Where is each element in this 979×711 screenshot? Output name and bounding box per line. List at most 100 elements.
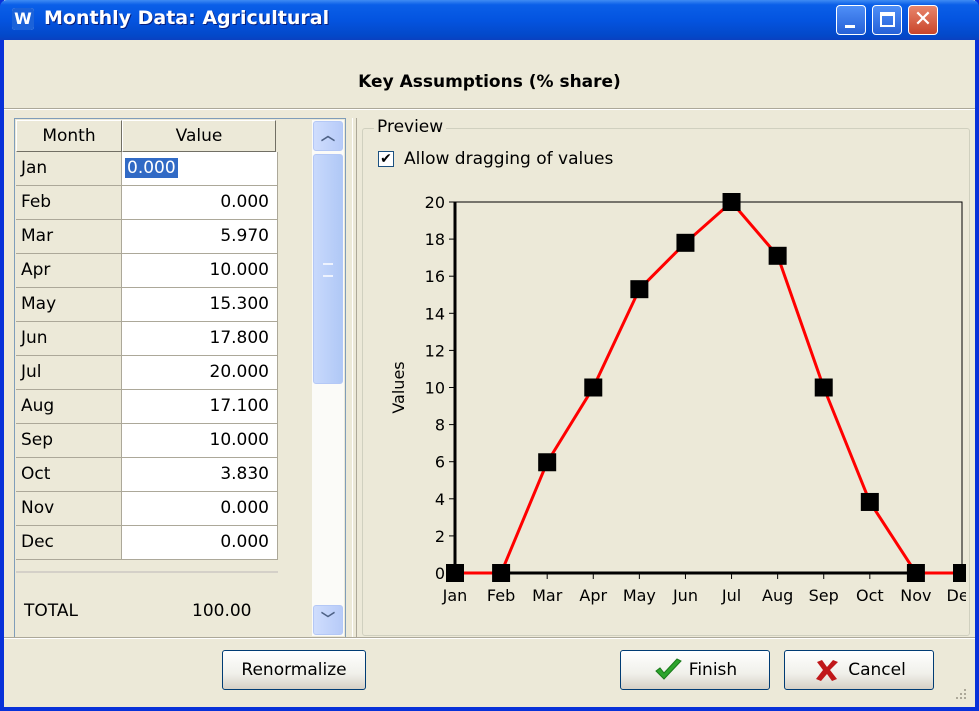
x-tick-label: Feb	[487, 586, 515, 605]
total-row: TOTAL 100.00	[16, 571, 278, 637]
total-label: TOTAL	[24, 601, 78, 621]
month-cell: Feb	[16, 186, 122, 220]
month-cell: Jul	[16, 356, 122, 390]
x-tick-label: Aug	[762, 586, 793, 605]
value-cell[interactable]: 0.000	[122, 186, 278, 220]
plot-frame	[454, 201, 963, 574]
data-point[interactable]	[906, 564, 925, 582]
cancel-button[interactable]: Cancel	[784, 650, 934, 690]
data-point[interactable]	[584, 378, 603, 397]
table-row[interactable]: Oct 3.830	[16, 458, 278, 492]
y-tick-label: 18	[425, 230, 445, 249]
scroll-down-button[interactable]: ﹀	[313, 605, 343, 635]
y-tick-label: 16	[425, 267, 445, 286]
allow-dragging-label[interactable]: Allow dragging of values	[404, 149, 613, 169]
table-row[interactable]: May 15.300	[16, 288, 278, 322]
data-point[interactable]	[630, 280, 649, 299]
y-tick-label: 2	[435, 527, 445, 546]
window-title: Monthly Data: Agricultural	[44, 7, 330, 29]
y-axis-label: Values	[389, 361, 408, 413]
data-point[interactable]	[860, 492, 879, 511]
panel-splitter[interactable]	[352, 118, 357, 638]
table-row[interactable]: Apr 10.000	[16, 254, 278, 288]
table-row[interactable]: Jun 17.800	[16, 322, 278, 356]
maximize-icon	[880, 12, 895, 27]
y-tick-label: 20	[425, 193, 445, 212]
table-row[interactable]: Jan 0.000	[16, 152, 278, 186]
y-tick-label: 6	[435, 453, 445, 472]
table-row[interactable]: Feb 0.000	[16, 186, 278, 220]
table-row[interactable]: Sep 10.000	[16, 424, 278, 458]
value-cell[interactable]: 0.000	[122, 492, 278, 526]
renormalize-button[interactable]: Renormalize	[222, 650, 366, 690]
column-header-month[interactable]: Month	[16, 120, 122, 152]
scroll-up-button[interactable]: ︿	[313, 121, 343, 151]
data-point[interactable]	[814, 378, 833, 397]
table-row[interactable]: Nov 0.000	[16, 492, 278, 526]
x-tick-label: Apr	[579, 586, 607, 605]
table-row[interactable]: Dec 0.000	[16, 526, 278, 560]
data-point[interactable]	[722, 193, 741, 211]
value-cell[interactable]: 17.100	[122, 390, 278, 424]
value-cell[interactable]: 17.800	[122, 322, 278, 356]
data-point[interactable]	[492, 564, 511, 582]
column-header-value[interactable]: Value	[122, 120, 276, 152]
table-row[interactable]: Mar 5.970	[16, 220, 278, 254]
value-cell[interactable]: 10.000	[122, 424, 278, 458]
value-cell[interactable]: 3.830	[122, 458, 278, 492]
allow-dragging-checkbox[interactable]: ✔	[378, 151, 394, 167]
dialog-window: W Monthly Data: Agricultural ✕ Key Assum…	[0, 0, 979, 711]
preview-group-label: Preview	[374, 117, 447, 137]
x-tick-label: Dec	[947, 586, 966, 605]
x-tick-label: Jun	[672, 586, 698, 605]
x-tick-label: Jan	[442, 586, 468, 605]
monthly-values-grid: Month Value Jan 0.000 Feb 0.000 Mar 5.970 Apr 1…	[14, 118, 346, 638]
minimize-icon	[845, 25, 855, 28]
divider	[4, 108, 975, 110]
value-cell[interactable]: 10.000	[122, 254, 278, 288]
finish-button[interactable]: Finish	[620, 650, 770, 690]
y-tick-label: 0	[435, 564, 445, 583]
section-heading: Key Assumptions (% share)	[358, 72, 621, 92]
value-cell[interactable]: 15.300	[122, 288, 278, 322]
x-tick-label: May	[623, 586, 656, 605]
month-cell: Sep	[16, 424, 122, 458]
cancel-label: Cancel	[848, 660, 906, 680]
month-cell: Aug	[16, 390, 122, 424]
minimize-button[interactable]	[836, 5, 866, 35]
data-point[interactable]	[676, 233, 695, 252]
x-tick-label: Jul	[721, 586, 741, 605]
month-cell: Jan	[16, 152, 122, 186]
month-cell: Apr	[16, 254, 122, 288]
value-cell[interactable]: 0.000	[122, 152, 278, 186]
data-point[interactable]	[446, 564, 464, 582]
resize-grip-icon[interactable]	[951, 684, 969, 702]
footer-divider	[4, 637, 975, 639]
value-cell[interactable]: 20.000	[122, 356, 278, 390]
month-cell: May	[16, 288, 122, 322]
month-cell: Nov	[16, 492, 122, 526]
title-bar[interactable]: W Monthly Data: Agricultural ✕	[0, 0, 979, 40]
table-row[interactable]: Jul 20.000	[16, 356, 278, 390]
y-tick-label: 14	[425, 304, 445, 323]
data-point[interactable]	[768, 246, 787, 265]
selected-value-text[interactable]: 0.000	[125, 158, 178, 178]
y-tick-label: 8	[435, 416, 445, 435]
value-cell[interactable]: 5.970	[122, 220, 278, 254]
grid-scrollbar[interactable]: ︿ ﹀	[312, 120, 344, 636]
y-tick-label: 4	[435, 490, 445, 509]
scrollbar-thumb[interactable]	[313, 154, 343, 384]
finish-label: Finish	[688, 660, 738, 680]
value-cell[interactable]: 0.000	[122, 526, 278, 560]
preview-chart[interactable]: 0 2 4 6 8 10 12 14 16 18 20 Jan Feb Mar Apr May Jun Jul Au…	[366, 190, 966, 620]
renormalize-label: Renormalize	[241, 660, 347, 680]
data-point[interactable]	[538, 453, 557, 472]
close-button[interactable]: ✕	[908, 5, 938, 35]
x-icon	[816, 660, 839, 681]
x-tick-label: Oct	[856, 586, 884, 605]
data-point[interactable]	[953, 564, 966, 582]
chevron-up-icon: ︿	[321, 128, 335, 144]
maximize-button[interactable]	[872, 5, 902, 35]
table-row[interactable]: Aug 17.100	[16, 390, 278, 424]
grip-icon	[323, 263, 333, 277]
